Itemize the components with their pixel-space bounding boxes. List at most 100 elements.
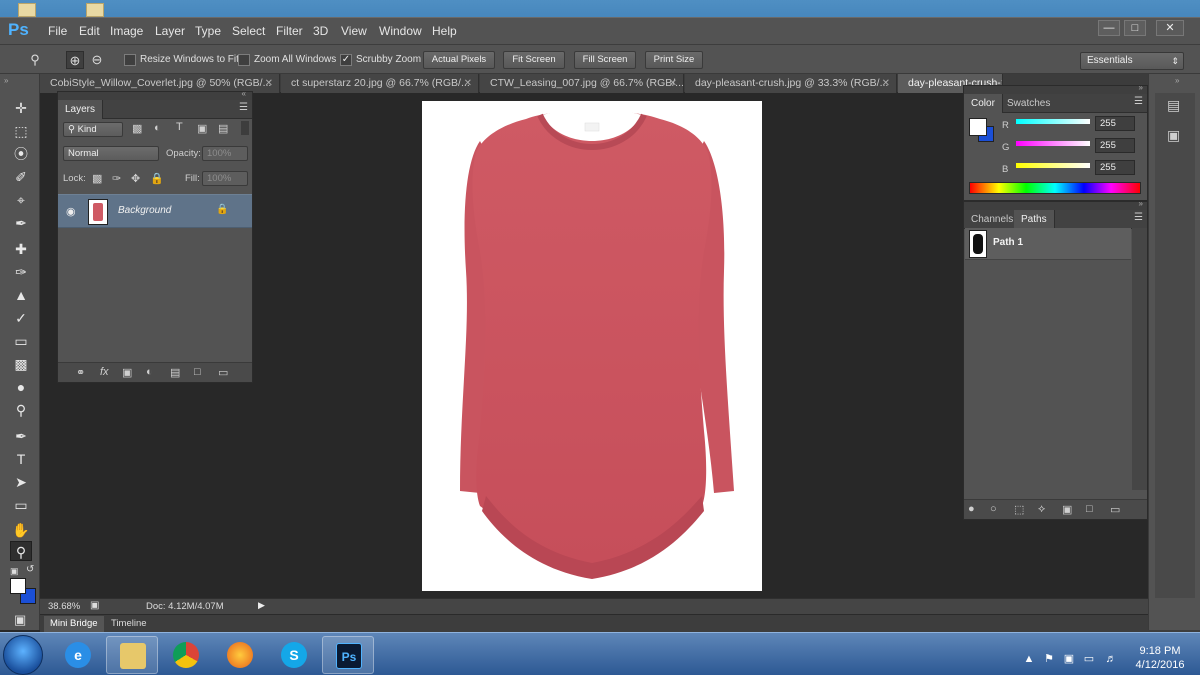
new-path-icon[interactable]: □ [1086,503,1093,515]
tab-mini-bridge[interactable]: Mini Bridge [44,616,104,632]
tab-swatches[interactable]: Swatches [1000,94,1057,113]
history-icon[interactable]: ▤ [1167,97,1180,114]
tab-document-3[interactable]: CTW_Leasing_007.jpg @ 66.7% (RGB/... ✕ [480,74,684,93]
brush-tool-icon[interactable]: ✑ [10,262,32,282]
path-selection-tool-icon[interactable]: ➤ [10,472,32,492]
quick-select-tool-icon[interactable]: ✐ [10,167,32,187]
collapse-icon[interactable]: » [1139,199,1143,208]
document-canvas[interactable] [422,101,762,591]
properties-icon[interactable]: ▣ [1167,127,1180,144]
make-work-path-icon[interactable]: ⟡ [1038,503,1045,516]
load-selection-icon[interactable]: ⬚ [1014,503,1024,516]
collapse-icon[interactable]: » [1139,83,1143,92]
lock-image-icon[interactable]: ✑ [112,172,121,185]
filter-kind-select[interactable]: ⚲ Kind [63,122,123,137]
maximize-button[interactable]: □ [1124,20,1146,36]
default-colors-icon[interactable]: ▣ [10,566,19,577]
zoom-tool-icon[interactable]: ⚲ [10,541,32,561]
history-brush-tool-icon[interactable]: ✓ [10,308,32,328]
adjustment-filter-icon[interactable]: ◐ [154,122,161,134]
b-slider[interactable] [1016,163,1090,168]
b-value[interactable]: 255 [1095,160,1135,175]
menu-help[interactable]: Help [432,22,457,40]
zoom-in-icon[interactable]: ⊕ [66,51,84,69]
firefox-button[interactable] [214,636,266,674]
tab-document-4[interactable]: day-pleasant-crush.jpg @ 33.3% (RGB/... ✕ [685,74,897,93]
close-button[interactable]: ✕ [1156,20,1184,36]
hand-tool-icon[interactable]: ✋ [10,520,32,540]
status-options-icon[interactable]: ▣ [90,600,99,611]
expand-dock-icon[interactable]: » [1175,76,1179,85]
type-filter-icon[interactable]: T [176,121,183,133]
zoom-level[interactable]: 38.68% [48,601,80,612]
file-explorer-button[interactable] [106,636,158,674]
add-mask-icon[interactable]: ▣ [1062,503,1072,516]
fit-screen-button[interactable]: Fit Screen [503,51,565,69]
start-button[interactable] [3,635,43,675]
minimize-button[interactable]: — [1098,20,1120,36]
gradient-tool-icon[interactable]: ▩ [10,354,32,374]
r-slider[interactable] [1016,119,1090,124]
zoom-out-icon[interactable]: ⊖ [88,51,106,69]
tray-expand-icon[interactable]: ▲ [1022,652,1036,666]
color-spectrum[interactable] [969,182,1141,194]
tab-timeline[interactable]: Timeline [105,616,153,632]
clock[interactable]: 9:18 PM 4/12/2016 [1125,644,1195,672]
quick-mask-icon[interactable]: ▣ [14,612,26,628]
close-tab-icon[interactable]: ✕ [882,74,890,93]
blend-mode-select[interactable]: Normal [63,146,159,161]
opacity-field[interactable]: 100% [202,146,248,161]
trash-icon[interactable]: ▭ [218,366,228,379]
panel-menu-icon[interactable]: ☰ [1134,212,1143,223]
tab-channels[interactable]: Channels [964,210,1020,229]
close-tab-icon[interactable]: ✕ [265,74,273,93]
marquee-tool-icon[interactable]: ⬚ [10,121,32,141]
actual-pixels-button[interactable]: Actual Pixels [423,51,495,69]
workspace-select[interactable]: Essentials ⇕ [1080,52,1184,70]
type-tool-icon[interactable]: T [10,449,32,469]
eraser-tool-icon[interactable]: ▭ [10,331,32,351]
move-tool-icon[interactable]: ✛ [10,98,32,118]
menu-3d[interactable]: 3D [313,22,328,40]
add-mask-icon[interactable]: ▣ [122,366,132,379]
volume-icon[interactable]: ♬ [1104,652,1118,666]
battery-icon[interactable]: ▭ [1082,652,1096,666]
panel-menu-icon[interactable]: ☰ [1134,96,1143,107]
close-tab-icon[interactable]: ✕ [464,74,472,93]
crop-tool-icon[interactable]: ⌖ [10,190,32,210]
g-slider[interactable] [1016,141,1090,146]
zoom-all-windows-checkbox[interactable] [238,54,250,66]
lasso-tool-icon[interactable]: ⦿ [10,144,32,164]
new-layer-icon[interactable]: □ [194,366,201,378]
close-tab-icon[interactable]: ✕ [669,74,677,93]
path-row[interactable]: Path 1 [965,228,1131,260]
r-value[interactable]: 255 [1095,116,1135,131]
menu-view[interactable]: View [341,22,367,40]
eyedropper-tool-icon[interactable]: ✒ [10,213,32,233]
paths-scrollbar[interactable] [1132,228,1147,490]
link-layers-icon[interactable]: ⚭ [76,366,85,379]
scrubby-zoom-checkbox[interactable]: ✓ [340,54,352,66]
menu-filter[interactable]: Filter [276,22,303,40]
tab-paths[interactable]: Paths [1014,210,1055,229]
blur-tool-icon[interactable]: ● [10,377,32,397]
menu-edit[interactable]: Edit [79,22,100,40]
photoshop-button[interactable]: Ps [322,636,374,674]
tab-document-2[interactable]: ct superstarz 20.jpg @ 66.7% (RGB/... ✕ [281,74,479,93]
menu-window[interactable]: Window [379,22,422,40]
adjustment-layer-icon[interactable]: ◐ [146,366,153,378]
fx-icon[interactable]: fx [100,366,109,378]
swap-colors-icon[interactable]: ↺ [26,564,34,575]
panel-menu-icon[interactable]: ☰ [239,102,248,113]
skype-button[interactable]: S [268,636,320,674]
smart-object-filter-icon[interactable]: ▤ [218,122,228,135]
network-icon[interactable]: ▣ [1062,652,1076,666]
new-group-icon[interactable]: ▤ [170,366,180,379]
print-size-button[interactable]: Print Size [645,51,703,69]
chrome-button[interactable] [160,636,212,674]
pixel-filter-icon[interactable]: ▩ [132,122,142,135]
filter-toggle[interactable] [241,121,249,135]
menu-type[interactable]: Type [195,22,221,40]
resize-windows-checkbox[interactable] [124,54,136,66]
zoom-tool-icon[interactable]: ⚲ [26,51,44,69]
